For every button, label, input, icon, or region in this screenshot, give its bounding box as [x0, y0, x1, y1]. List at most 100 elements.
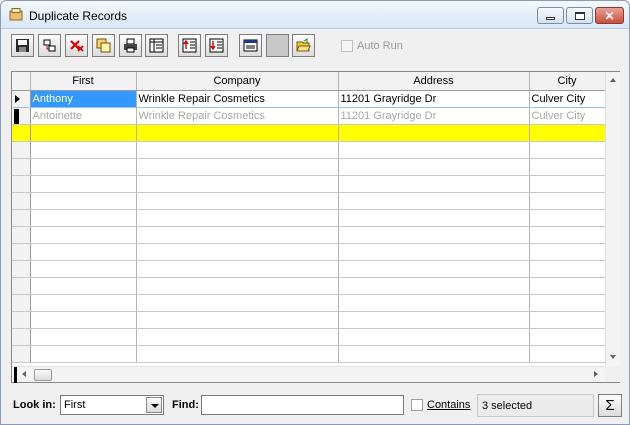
cell-address[interactable] [338, 243, 530, 261]
sum-button[interactable]: Σ [598, 394, 622, 417]
cell-city[interactable] [529, 294, 606, 312]
scroll-down-icon[interactable] [610, 355, 616, 359]
row-indicator[interactable] [12, 311, 31, 329]
cell-address[interactable] [338, 209, 530, 227]
sort-ascending-button[interactable] [178, 34, 201, 57]
cell-first[interactable] [30, 175, 137, 193]
copy-button[interactable] [92, 34, 115, 57]
column-header-company[interactable]: Company [136, 72, 339, 91]
cell-first[interactable] [30, 124, 137, 142]
cell-address[interactable] [338, 226, 530, 244]
cell-first[interactable] [30, 260, 137, 278]
cell-company[interactable]: Wrinkle Repair Cosmetics [136, 107, 339, 125]
auto-run-toggle[interactable]: Auto Run [341, 40, 403, 52]
cell-address[interactable] [338, 294, 530, 312]
cell-company[interactable] [136, 328, 339, 346]
cell-address[interactable] [338, 141, 530, 159]
cell-first[interactable] [30, 243, 137, 261]
cell-company[interactable] [136, 158, 339, 176]
empty-row[interactable] [12, 192, 606, 210]
duplicates-grid[interactable]: First Company Address City Anthony Wrink… [11, 71, 620, 383]
cell-city[interactable] [529, 209, 606, 227]
column-header-city[interactable]: City [529, 72, 606, 91]
form-view-button[interactable] [239, 34, 262, 57]
cell-company[interactable] [136, 192, 339, 210]
row-indicator[interactable] [12, 209, 31, 227]
row-indicator[interactable] [12, 124, 31, 142]
empty-row[interactable] [12, 226, 606, 244]
cell-company[interactable] [136, 124, 339, 142]
cell-city[interactable] [529, 260, 606, 278]
cell-company[interactable] [136, 277, 339, 295]
empty-row[interactable] [12, 209, 606, 227]
cell-city[interactable] [529, 141, 606, 159]
cell-first[interactable] [30, 311, 137, 329]
cell-company[interactable] [136, 175, 339, 193]
empty-row[interactable] [12, 260, 606, 278]
scroll-left-icon[interactable] [22, 371, 26, 377]
cell-city[interactable]: Culver City [529, 107, 606, 125]
row-indicator[interactable] [12, 90, 31, 108]
cell-first[interactable] [30, 192, 137, 210]
close-button[interactable]: ✕ [595, 7, 624, 24]
row-indicator[interactable] [12, 243, 31, 261]
cell-address[interactable] [338, 328, 530, 346]
cell-company[interactable] [136, 294, 339, 312]
cell-city[interactable] [529, 277, 606, 295]
row-indicator[interactable] [12, 158, 31, 176]
look-in-select[interactable]: First [60, 395, 164, 415]
cell-first[interactable] [30, 277, 137, 295]
row-indicator[interactable] [12, 328, 31, 346]
cell-address[interactable] [338, 311, 530, 329]
cell-address[interactable] [338, 192, 530, 210]
chevron-down-icon[interactable] [146, 397, 162, 413]
find-input[interactable] [201, 395, 404, 415]
delete-button[interactable] [65, 34, 88, 57]
horizontal-scrollbar[interactable] [12, 366, 605, 383]
save-button[interactable] [11, 34, 34, 57]
empty-row[interactable] [12, 328, 606, 346]
cell-city[interactable]: Culver City [529, 90, 606, 108]
vertical-scrollbar[interactable] [605, 72, 620, 366]
cell-city[interactable] [529, 328, 606, 346]
cell-address[interactable] [338, 345, 530, 363]
cell-city[interactable] [529, 345, 606, 363]
cell-company[interactable] [136, 260, 339, 278]
maximize-button[interactable] [566, 7, 593, 24]
row-indicator[interactable] [12, 277, 31, 295]
cell-city[interactable] [529, 175, 606, 193]
cell-first[interactable] [30, 158, 137, 176]
cell-company[interactable] [136, 209, 339, 227]
sort-descending-button[interactable] [205, 34, 228, 57]
minimize-button[interactable] [537, 7, 564, 24]
column-header-address[interactable]: Address [338, 72, 530, 91]
cell-company[interactable] [136, 311, 339, 329]
table-row[interactable]: Antoinette Wrinkle Repair Cosmetics 1120… [12, 107, 606, 125]
cell-company[interactable] [136, 243, 339, 261]
cell-city[interactable] [529, 226, 606, 244]
column-header-first[interactable]: First [30, 72, 137, 91]
cell-city[interactable] [529, 192, 606, 210]
cell-address[interactable] [338, 124, 530, 142]
scroll-up-icon[interactable] [610, 78, 616, 82]
cell-address[interactable] [338, 158, 530, 176]
empty-row[interactable] [12, 294, 606, 312]
table-row[interactable]: Anthony Wrinkle Repair Cosmetics 11201 G… [12, 90, 606, 108]
cell-company[interactable] [136, 226, 339, 244]
row-indicator[interactable] [12, 345, 31, 363]
merge-button[interactable] [38, 34, 61, 57]
cell-city[interactable] [529, 311, 606, 329]
cell-city[interactable] [529, 243, 606, 261]
empty-row[interactable] [12, 345, 606, 363]
row-indicator[interactable] [12, 226, 31, 244]
print-button[interactable] [119, 34, 142, 57]
row-indicator[interactable] [12, 294, 31, 312]
cell-address[interactable] [338, 175, 530, 193]
cell-address[interactable]: 11201 Grayridge Dr [338, 90, 530, 108]
cell-company[interactable] [136, 345, 339, 363]
cell-address[interactable] [338, 277, 530, 295]
cell-company[interactable] [136, 141, 339, 159]
row-indicator[interactable] [12, 260, 31, 278]
cell-first[interactable] [30, 226, 137, 244]
contains-toggle[interactable]: Contains [411, 399, 470, 411]
